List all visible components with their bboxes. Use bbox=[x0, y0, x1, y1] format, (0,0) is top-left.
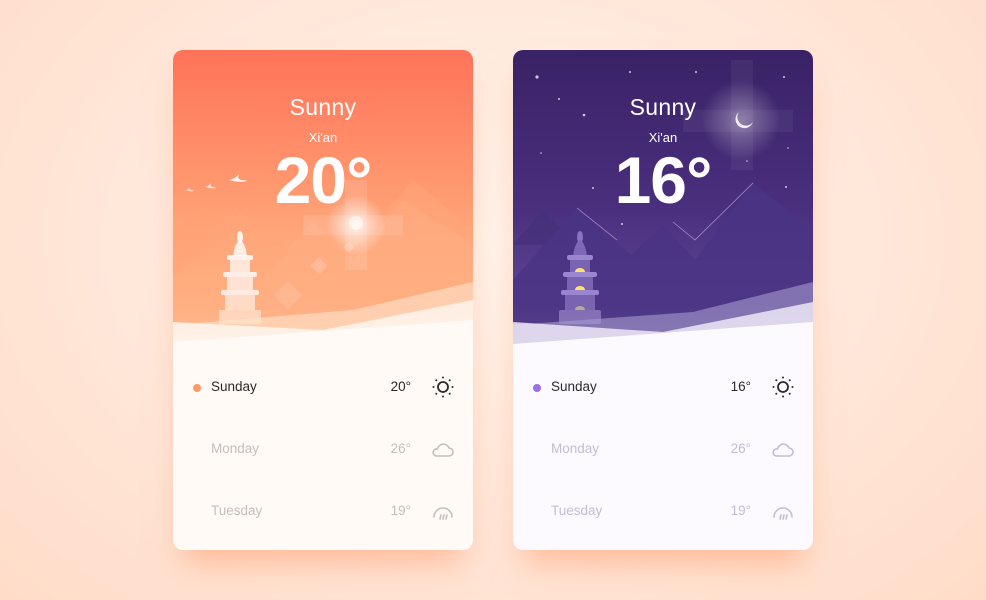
forecast-row-tuesday[interactable]: Tuesday 19° bbox=[173, 480, 473, 542]
rain-icon bbox=[433, 507, 453, 520]
forecast-row-sunday[interactable]: Sunday 20° bbox=[173, 356, 473, 418]
weather-card-night: Sunny Xi'an 16° Sunday 16° Monday 26° Tu… bbox=[513, 50, 813, 550]
active-indicator-dot bbox=[193, 384, 201, 392]
forecast-list: Sunday 20° Monday 26° Tuesday 19° bbox=[173, 356, 473, 542]
forecast-list: Sunday 16° Monday 26° Tuesday 19° bbox=[513, 356, 813, 542]
cloud-icon bbox=[772, 443, 794, 457]
forecast-row-tuesday[interactable]: Tuesday 19° bbox=[513, 480, 813, 542]
forecast-day: Sunday bbox=[551, 379, 597, 394]
forecast-day: Monday bbox=[551, 441, 600, 456]
forecast-row-monday[interactable]: Monday 26° bbox=[173, 418, 473, 480]
forecast-temp: 19° bbox=[730, 503, 751, 518]
rain-icon bbox=[773, 507, 793, 520]
condition-label: Sunny bbox=[289, 94, 357, 120]
forecast-day: Monday bbox=[211, 441, 260, 456]
cloud-icon bbox=[432, 443, 454, 457]
forecast-row-sunday[interactable]: Sunday 16° bbox=[513, 356, 813, 418]
active-indicator-dot bbox=[533, 384, 541, 392]
sun-icon bbox=[432, 376, 454, 398]
forecast-temp: 26° bbox=[730, 441, 751, 456]
forecast-day: Tuesday bbox=[551, 503, 603, 518]
forecast-day: Sunday bbox=[211, 379, 257, 394]
weather-card-day: Sunny Xi'an 20° Sunday 20° Monday 26° Tu… bbox=[173, 50, 473, 550]
forecast-row-monday[interactable]: Monday 26° bbox=[513, 418, 813, 480]
forecast-temp: 26° bbox=[390, 441, 411, 456]
hero-illustration-night: Sunny Xi'an 16° bbox=[513, 50, 813, 370]
forecast-temp: 20° bbox=[390, 379, 411, 394]
current-temperature: 20° bbox=[274, 143, 373, 217]
sun-icon bbox=[772, 376, 794, 398]
current-temperature: 16° bbox=[614, 143, 713, 217]
forecast-temp: 19° bbox=[390, 503, 411, 518]
forecast-temp: 16° bbox=[730, 379, 751, 394]
hero-illustration-day: Sunny Xi'an 20° bbox=[173, 50, 473, 370]
forecast-day: Tuesday bbox=[211, 503, 263, 518]
condition-label: Sunny bbox=[629, 94, 697, 120]
